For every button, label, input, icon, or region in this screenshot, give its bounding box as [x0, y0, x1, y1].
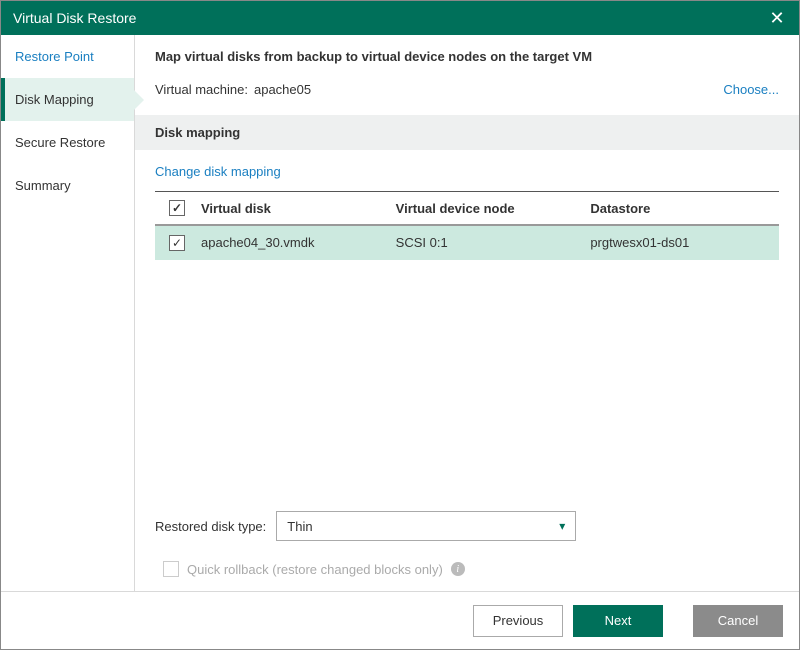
titlebar: Virtual Disk Restore ✕	[1, 1, 799, 35]
vm-row: Virtual machine: apache05 Choose...	[135, 74, 799, 115]
disk-mapping-section-header: Disk mapping	[135, 115, 799, 150]
step-label: Restore Point	[15, 49, 94, 64]
window-title: Virtual Disk Restore	[13, 10, 136, 26]
step-disk-mapping[interactable]: Disk Mapping	[1, 78, 134, 121]
row-checkbox[interactable]: ✓	[169, 235, 185, 251]
col-virtual-device-node: Virtual device node	[390, 201, 585, 216]
button-label: Previous	[493, 613, 544, 628]
restored-disk-type-value: Thin	[287, 519, 312, 534]
choose-vm-link[interactable]: Choose...	[723, 82, 779, 97]
change-disk-mapping-link[interactable]: Change disk mapping	[135, 150, 799, 191]
row-virtual-disk: apache04_30.vmdk	[195, 235, 390, 250]
cancel-button[interactable]: Cancel	[693, 605, 783, 637]
step-summary[interactable]: Summary	[1, 164, 134, 207]
row-datastore: prgtwesx01-ds01	[584, 235, 779, 250]
restored-disk-type-select[interactable]: Thin ▾	[276, 511, 576, 541]
wizard-window: Virtual Disk Restore ✕ Restore Point Dis…	[0, 0, 800, 650]
quick-rollback-row: Quick rollback (restore changed blocks o…	[135, 551, 799, 591]
step-label: Disk Mapping	[15, 92, 94, 107]
step-label: Secure Restore	[15, 135, 105, 150]
spacer	[135, 260, 799, 501]
previous-button[interactable]: Previous	[473, 605, 563, 637]
select-all-checkbox[interactable]: ✓	[169, 200, 185, 216]
page-heading: Map virtual disks from backup to virtual…	[135, 35, 799, 74]
vm-label: Virtual machine:	[155, 82, 248, 97]
step-label: Summary	[15, 178, 71, 193]
body: Restore Point Disk Mapping Secure Restor…	[1, 35, 799, 591]
main-panel: Map virtual disks from backup to virtual…	[135, 35, 799, 591]
step-secure-restore[interactable]: Secure Restore	[1, 121, 134, 164]
table-row[interactable]: ✓ apache04_30.vmdk SCSI 0:1 prgtwesx01-d…	[155, 226, 779, 260]
close-icon[interactable]: ✕	[767, 8, 787, 29]
footer: Previous Next Cancel	[1, 591, 799, 649]
col-datastore: Datastore	[584, 201, 779, 216]
wizard-sidebar: Restore Point Disk Mapping Secure Restor…	[1, 35, 135, 591]
col-virtual-disk: Virtual disk	[195, 201, 390, 216]
restored-disk-type-row: Restored disk type: Thin ▾	[135, 501, 799, 551]
vm-name: apache05	[254, 82, 311, 97]
quick-rollback-checkbox	[163, 561, 179, 577]
next-button[interactable]: Next	[573, 605, 663, 637]
quick-rollback-label: Quick rollback (restore changed blocks o…	[187, 562, 443, 577]
restored-disk-type-label: Restored disk type:	[155, 519, 266, 534]
row-virtual-device-node: SCSI 0:1	[390, 235, 585, 250]
button-label: Cancel	[718, 613, 758, 628]
chevron-down-icon: ▾	[559, 519, 565, 533]
table-header-row: ✓ Virtual disk Virtual device node Datas…	[155, 192, 779, 226]
info-icon[interactable]: i	[451, 562, 465, 576]
button-label: Next	[605, 613, 632, 628]
disk-mapping-table: ✓ Virtual disk Virtual device node Datas…	[155, 191, 779, 260]
step-restore-point[interactable]: Restore Point	[1, 35, 134, 78]
